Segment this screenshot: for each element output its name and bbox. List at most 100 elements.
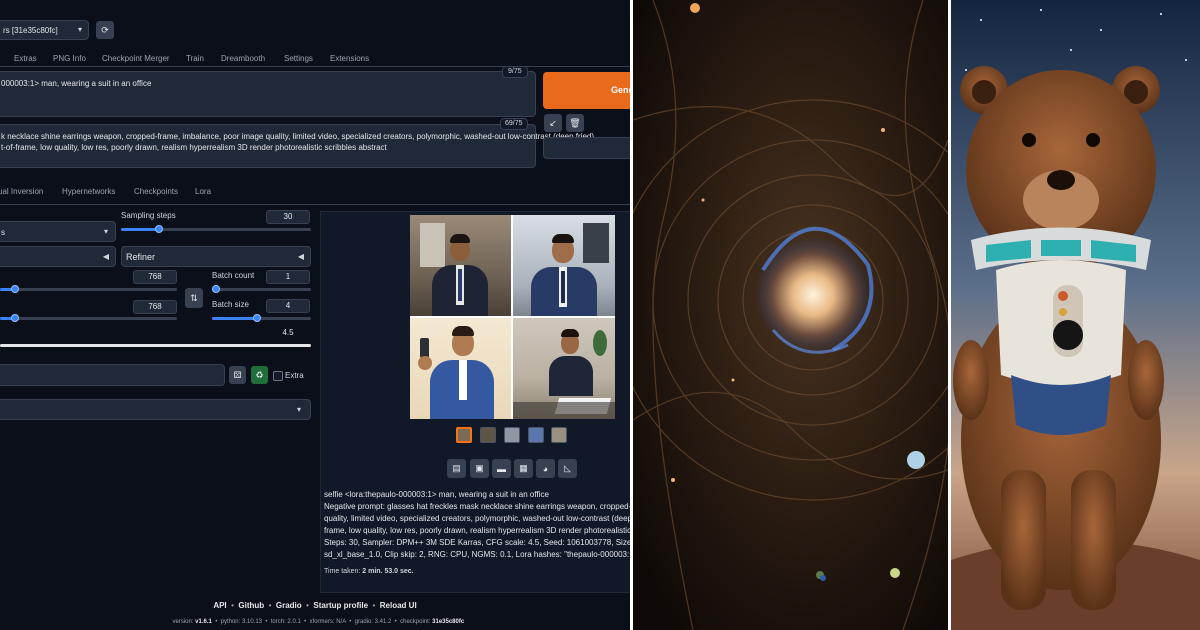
generated-image-1[interactable] xyxy=(410,215,511,316)
prompt-input[interactable]: 000003:1> man, wearing a suit in an offi… xyxy=(0,71,536,117)
tab-dreambooth[interactable]: Dreambooth xyxy=(221,54,265,63)
thumbnail-2[interactable] xyxy=(504,427,520,443)
cosmic-illustration xyxy=(633,0,948,630)
tab-extras[interactable]: Extras xyxy=(14,54,37,63)
footer-link-startup-profile[interactable]: Startup profile xyxy=(313,601,368,610)
tab-train[interactable]: Train xyxy=(186,54,204,63)
cfg-scale-slider[interactable] xyxy=(0,344,311,347)
refiner-label: Refiner xyxy=(126,252,156,262)
thumbnail-1[interactable] xyxy=(480,427,496,443)
tab-png-info[interactable]: PNG Info xyxy=(53,54,86,63)
slider-handle[interactable] xyxy=(253,314,261,322)
cosmic-artwork xyxy=(633,0,948,630)
negative-prompt-input[interactable]: k necklace shine earrings weapon, croppe… xyxy=(0,124,594,168)
zip-button[interactable]: ▬ xyxy=(492,459,511,478)
sampling-steps-slider[interactable] xyxy=(121,225,311,233)
send-to-inpaint-button[interactable]: ◕ xyxy=(536,459,555,478)
generated-image-4[interactable] xyxy=(513,318,615,419)
generation-info-line3: quality, limited video, specialized crea… xyxy=(324,514,630,523)
ruler-icon: ◺ xyxy=(564,463,571,473)
chevron-down-icon: ▾ xyxy=(103,227,108,236)
tabs-divider xyxy=(0,66,630,67)
send-to-img2img-button[interactable]: ▦ xyxy=(514,459,533,478)
tab-lora[interactable]: Lora xyxy=(195,187,211,196)
save-button[interactable]: ▣ xyxy=(470,459,489,478)
negative-token-counter: 69/75 xyxy=(500,118,528,130)
sampling-steps-input[interactable]: 30 xyxy=(266,210,310,224)
tab-settings[interactable]: Settings xyxy=(284,54,313,63)
astronaut-bear-artwork xyxy=(951,0,1200,630)
generation-info-line1: selfie <lora:thepaulo-000003:1> man, wea… xyxy=(324,490,549,499)
width-slider[interactable] xyxy=(0,285,177,293)
script-select[interactable]: ▾ xyxy=(0,399,311,420)
slider-handle[interactable] xyxy=(11,285,19,293)
batch-count-slider[interactable] xyxy=(212,285,311,293)
footer-link-github[interactable]: Github xyxy=(238,601,264,610)
generation-info-line4: frame, low quality, low res, poorly draw… xyxy=(324,526,630,535)
styles-select[interactable] xyxy=(543,137,630,159)
collapse-arrow-icon: ◀ xyxy=(102,252,109,261)
generated-image-2[interactable] xyxy=(513,215,615,316)
sampler-select[interactable]: s ▾ xyxy=(0,221,116,242)
negative-prompt-line1: k necklace shine earrings weapon, croppe… xyxy=(1,132,595,141)
tab-checkpoint-merger[interactable]: Checkpoint Merger xyxy=(102,54,170,63)
seed-input[interactable] xyxy=(0,364,225,386)
palette-icon: ◕ xyxy=(542,463,549,474)
trash-icon: 🗑 xyxy=(569,117,581,128)
refresh-button[interactable]: ⟳ xyxy=(96,21,114,39)
thumbnail-grid[interactable] xyxy=(456,427,472,443)
version-info: version: v1.6.1 • python: 3.10.13 • torc… xyxy=(172,619,465,625)
generation-info-line2: Negative prompt: glasses hat freckles ma… xyxy=(324,502,630,511)
refiner-accordion[interactable]: Refiner ◀ xyxy=(121,246,311,267)
send-to-extras-button[interactable]: ◺ xyxy=(558,459,577,478)
hires-fix-accordion[interactable]: ◀ xyxy=(0,246,116,267)
batch-count-label: Batch count xyxy=(212,271,255,280)
batch-size-slider[interactable] xyxy=(212,314,311,322)
astronaut-bear-illustration xyxy=(951,0,1200,630)
random-seed-button[interactable]: ⚄ xyxy=(229,366,246,384)
footer-link-gradio[interactable]: Gradio xyxy=(276,601,302,610)
generation-info-line5: Steps: 30, Sampler: DPM++ 3M SDE Karras,… xyxy=(324,538,630,547)
slider-handle[interactable] xyxy=(212,285,220,293)
refresh-icon: ⟳ xyxy=(101,24,109,35)
generate-label: Gene xyxy=(611,85,630,95)
batch-count-input[interactable]: 1 xyxy=(266,270,310,284)
open-folder-button[interactable]: ▤ xyxy=(447,459,466,478)
height-slider[interactable] xyxy=(0,314,177,322)
image-icon: ▦ xyxy=(519,463,528,473)
height-input[interactable]: 768 xyxy=(133,300,177,314)
footer-link-api[interactable]: API xyxy=(213,601,226,610)
zip-icon: ▬ xyxy=(497,463,506,474)
swap-icon: ⇅ xyxy=(190,292,198,303)
generated-image-3[interactable] xyxy=(410,318,511,419)
prompt-text: 000003:1> man, wearing a suit in an offi… xyxy=(1,79,152,88)
batch-size-input[interactable]: 4 xyxy=(266,299,310,313)
thumbnail-4[interactable] xyxy=(551,427,567,443)
batch-size-label: Batch size xyxy=(212,300,249,309)
output-image-grid[interactable] xyxy=(410,215,615,419)
checkpoint-select-value: rs [31e35c80fc] xyxy=(3,26,58,35)
cfg-scale-input[interactable]: 4.5 xyxy=(266,327,310,341)
extra-checkbox[interactable] xyxy=(273,371,283,381)
generate-button[interactable]: Gene xyxy=(543,72,630,109)
extra-tabs-divider xyxy=(0,204,630,205)
tab-textual-inversion[interactable]: ual Inversion xyxy=(0,187,43,196)
tab-extensions[interactable]: Extensions xyxy=(330,54,369,63)
save-icon: ▣ xyxy=(475,463,484,473)
reuse-seed-button[interactable]: ♻ xyxy=(251,366,268,384)
checkpoint-select[interactable]: rs [31e35c80fc] ▾ xyxy=(0,20,89,40)
slider-handle[interactable] xyxy=(11,314,19,322)
swap-dimensions-button[interactable]: ⇅ xyxy=(185,288,203,308)
width-input[interactable]: 768 xyxy=(133,270,177,284)
thumbnail-3[interactable] xyxy=(528,427,544,443)
dice-icon: ⚄ xyxy=(233,369,242,380)
slider-handle[interactable] xyxy=(155,225,163,233)
collapse-arrow-icon: ◀ xyxy=(297,252,304,261)
trash-button[interactable]: 🗑 xyxy=(566,114,584,132)
tab-hypernetworks[interactable]: Hypernetworks xyxy=(62,187,115,196)
generation-info-line6: sd_xl_base_1.0, Clip skip: 2, RNG: CPU, … xyxy=(324,550,630,559)
tab-checkpoints[interactable]: Checkpoints xyxy=(134,187,178,196)
read-params-button[interactable]: ↙ xyxy=(544,114,562,132)
extra-label: Extra xyxy=(285,371,304,380)
footer-link-reload-ui[interactable]: Reload UI xyxy=(380,601,417,610)
